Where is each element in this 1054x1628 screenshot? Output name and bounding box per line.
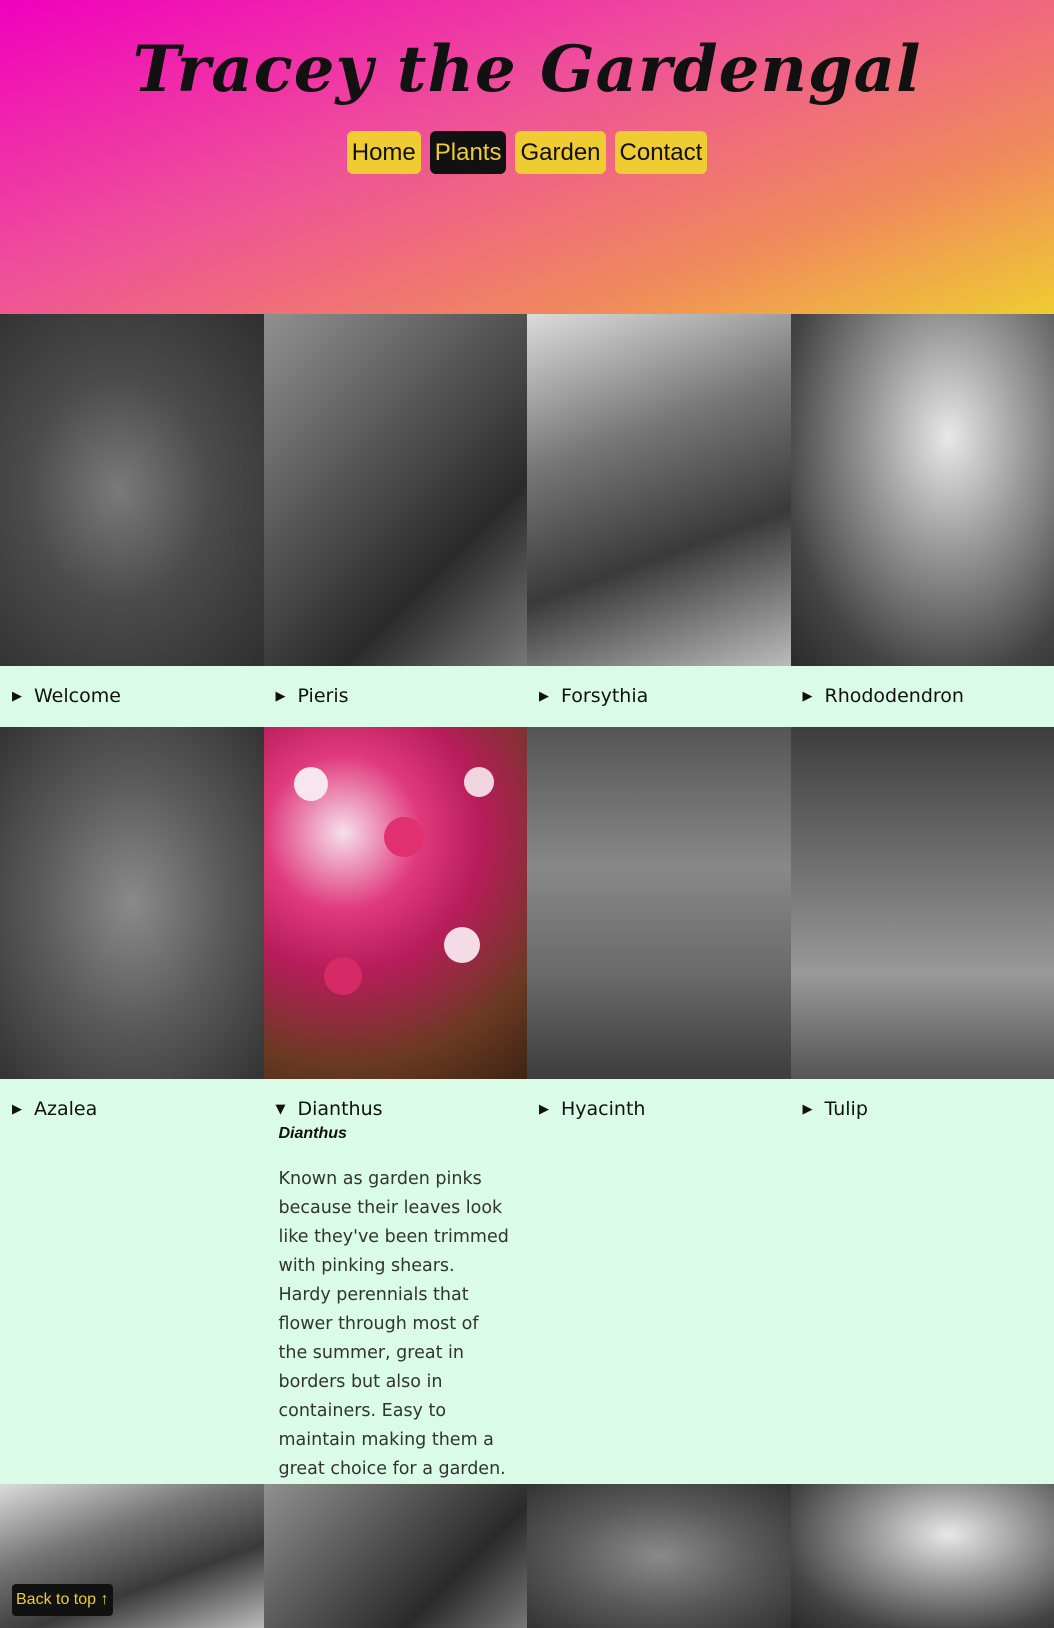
plant-card-forsythia: ▶ Forsythia: [527, 314, 791, 726]
summary-label: Welcome: [34, 685, 121, 707]
details-summary-azalea[interactable]: ▶ Azalea: [0, 1079, 264, 1139]
triangle-right-icon: ▶: [802, 1101, 813, 1117]
flower-shape: [323, 957, 362, 995]
plant-card: [263, 1484, 527, 1628]
plant-card: [790, 1484, 1054, 1628]
details-summary-welcome[interactable]: ▶ Welcome: [0, 666, 264, 726]
summary-label: Forsythia: [561, 685, 649, 707]
latin-name: Dianthus: [278, 1125, 347, 1142]
details-summary-rhododendron[interactable]: ▶ Rhododendron: [791, 666, 1054, 726]
plant-card-pieris: ▶ Pieris: [263, 314, 528, 726]
plant-card-rhododendron: ▶ Rhododendron: [790, 314, 1054, 726]
plant-grid-row-3: [0, 1484, 1054, 1628]
summary-label: Pieris: [297, 685, 349, 707]
details-summary-tulip[interactable]: ▶ Tulip: [791, 1079, 1054, 1139]
nav-garden-link[interactable]: Garden: [515, 131, 606, 174]
summary-label: Hyacinth: [561, 1098, 646, 1120]
details-content-dianthus: Dianthus Known as garden pinks because t…: [264, 1125, 528, 1484]
nav-plants-link[interactable]: Plants: [429, 131, 507, 174]
flower-shape: [293, 767, 328, 801]
plant-card: [527, 1484, 791, 1628]
photo-azalea: [0, 727, 264, 1079]
photo-dianthus: [263, 727, 527, 1079]
photo-pieris: [263, 314, 527, 666]
plant-card-tulip: ▶ Tulip: [790, 727, 1054, 1484]
triangle-right-icon: ▶: [539, 1101, 549, 1117]
nav-home-link[interactable]: Home: [346, 131, 421, 174]
flower-shape: [383, 817, 424, 857]
plant-description: Known as garden pinks because their leav…: [278, 1169, 509, 1479]
plant-grid-row-2: ▶ Azalea ▼ Dianthus Dianthus Known as ga…: [0, 727, 1054, 1484]
back-to-top-button[interactable]: Back to top ↑: [12, 1584, 113, 1616]
summary-label: Azalea: [34, 1098, 98, 1120]
site-header: Tracey the Gardengal Home Plants Garden …: [0, 0, 1054, 314]
photo-forsythia: [527, 314, 791, 666]
photo-welcome: [0, 314, 264, 666]
plant-card-dianthus: ▼ Dianthus Dianthus Known as garden pink…: [263, 727, 528, 1484]
details-summary-pieris[interactable]: ▶ Pieris: [264, 666, 528, 726]
plant-grid-row-1: ▶ Welcome ▶ Pieris ▶ Forsythia ▶ Rhodode…: [0, 314, 1054, 726]
main-nav: Home Plants Garden Contact: [0, 131, 1054, 174]
triangle-down-icon: ▼: [275, 1101, 286, 1117]
nav-contact-link[interactable]: Contact: [614, 131, 708, 174]
plant-card-welcome: ▶ Welcome: [0, 314, 264, 726]
summary-label: Rhododendron: [824, 685, 964, 707]
site-title: Tracey the Gardengal: [132, 32, 922, 107]
summary-label: Tulip: [824, 1098, 868, 1120]
triangle-right-icon: ▶: [802, 688, 813, 704]
plant-photo: [527, 1484, 791, 1628]
plant-card-azalea: ▶ Azalea: [0, 727, 264, 1484]
triangle-right-icon: ▶: [539, 688, 549, 704]
triangle-right-icon: ▶: [12, 688, 22, 704]
summary-label: Dianthus: [297, 1098, 383, 1120]
flower-shape: [463, 767, 494, 797]
photo-tulip: [790, 727, 1054, 1079]
details-summary-hyacinth[interactable]: ▶ Hyacinth: [527, 1079, 791, 1139]
flower-shape: [443, 927, 480, 963]
triangle-right-icon: ▶: [12, 1101, 22, 1117]
plant-photo: [263, 1484, 527, 1628]
photo-hyacinth: [527, 727, 791, 1079]
plant-photo: [790, 1484, 1054, 1628]
details-summary-forsythia[interactable]: ▶ Forsythia: [527, 666, 791, 726]
plant-card-hyacinth: ▶ Hyacinth: [527, 727, 791, 1484]
triangle-right-icon: ▶: [275, 688, 286, 704]
photo-rhododendron: [790, 314, 1054, 666]
